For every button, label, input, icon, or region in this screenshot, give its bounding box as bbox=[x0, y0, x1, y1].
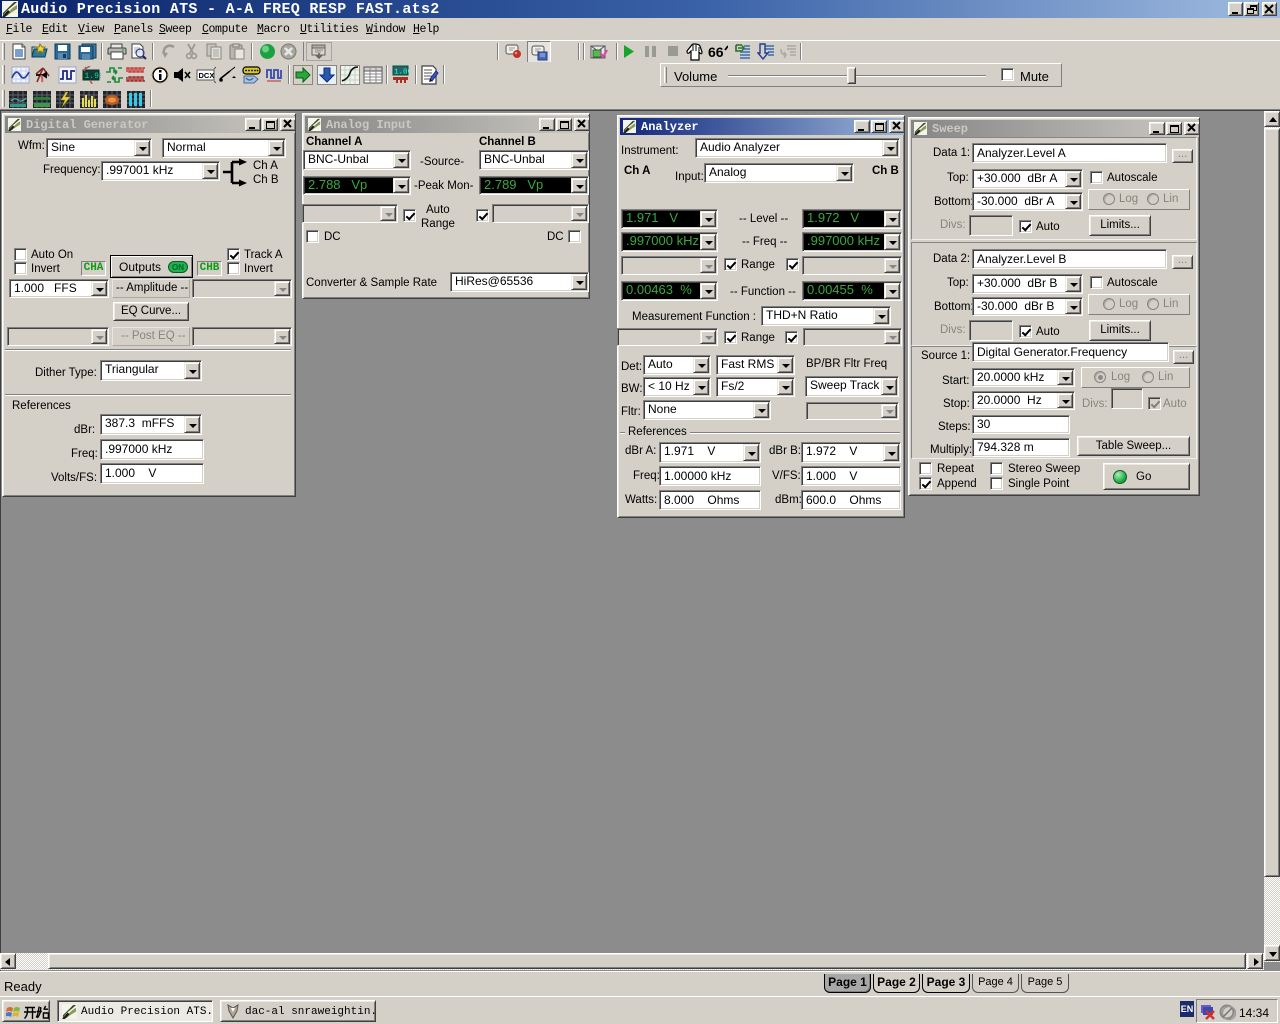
svg-text:66: 66 bbox=[708, 44, 724, 59]
svg-text:DCX: DCX bbox=[199, 71, 215, 80]
svg-text:1.00: 1.00 bbox=[394, 69, 410, 77]
svg-text:1.99: 1.99 bbox=[85, 72, 102, 81]
